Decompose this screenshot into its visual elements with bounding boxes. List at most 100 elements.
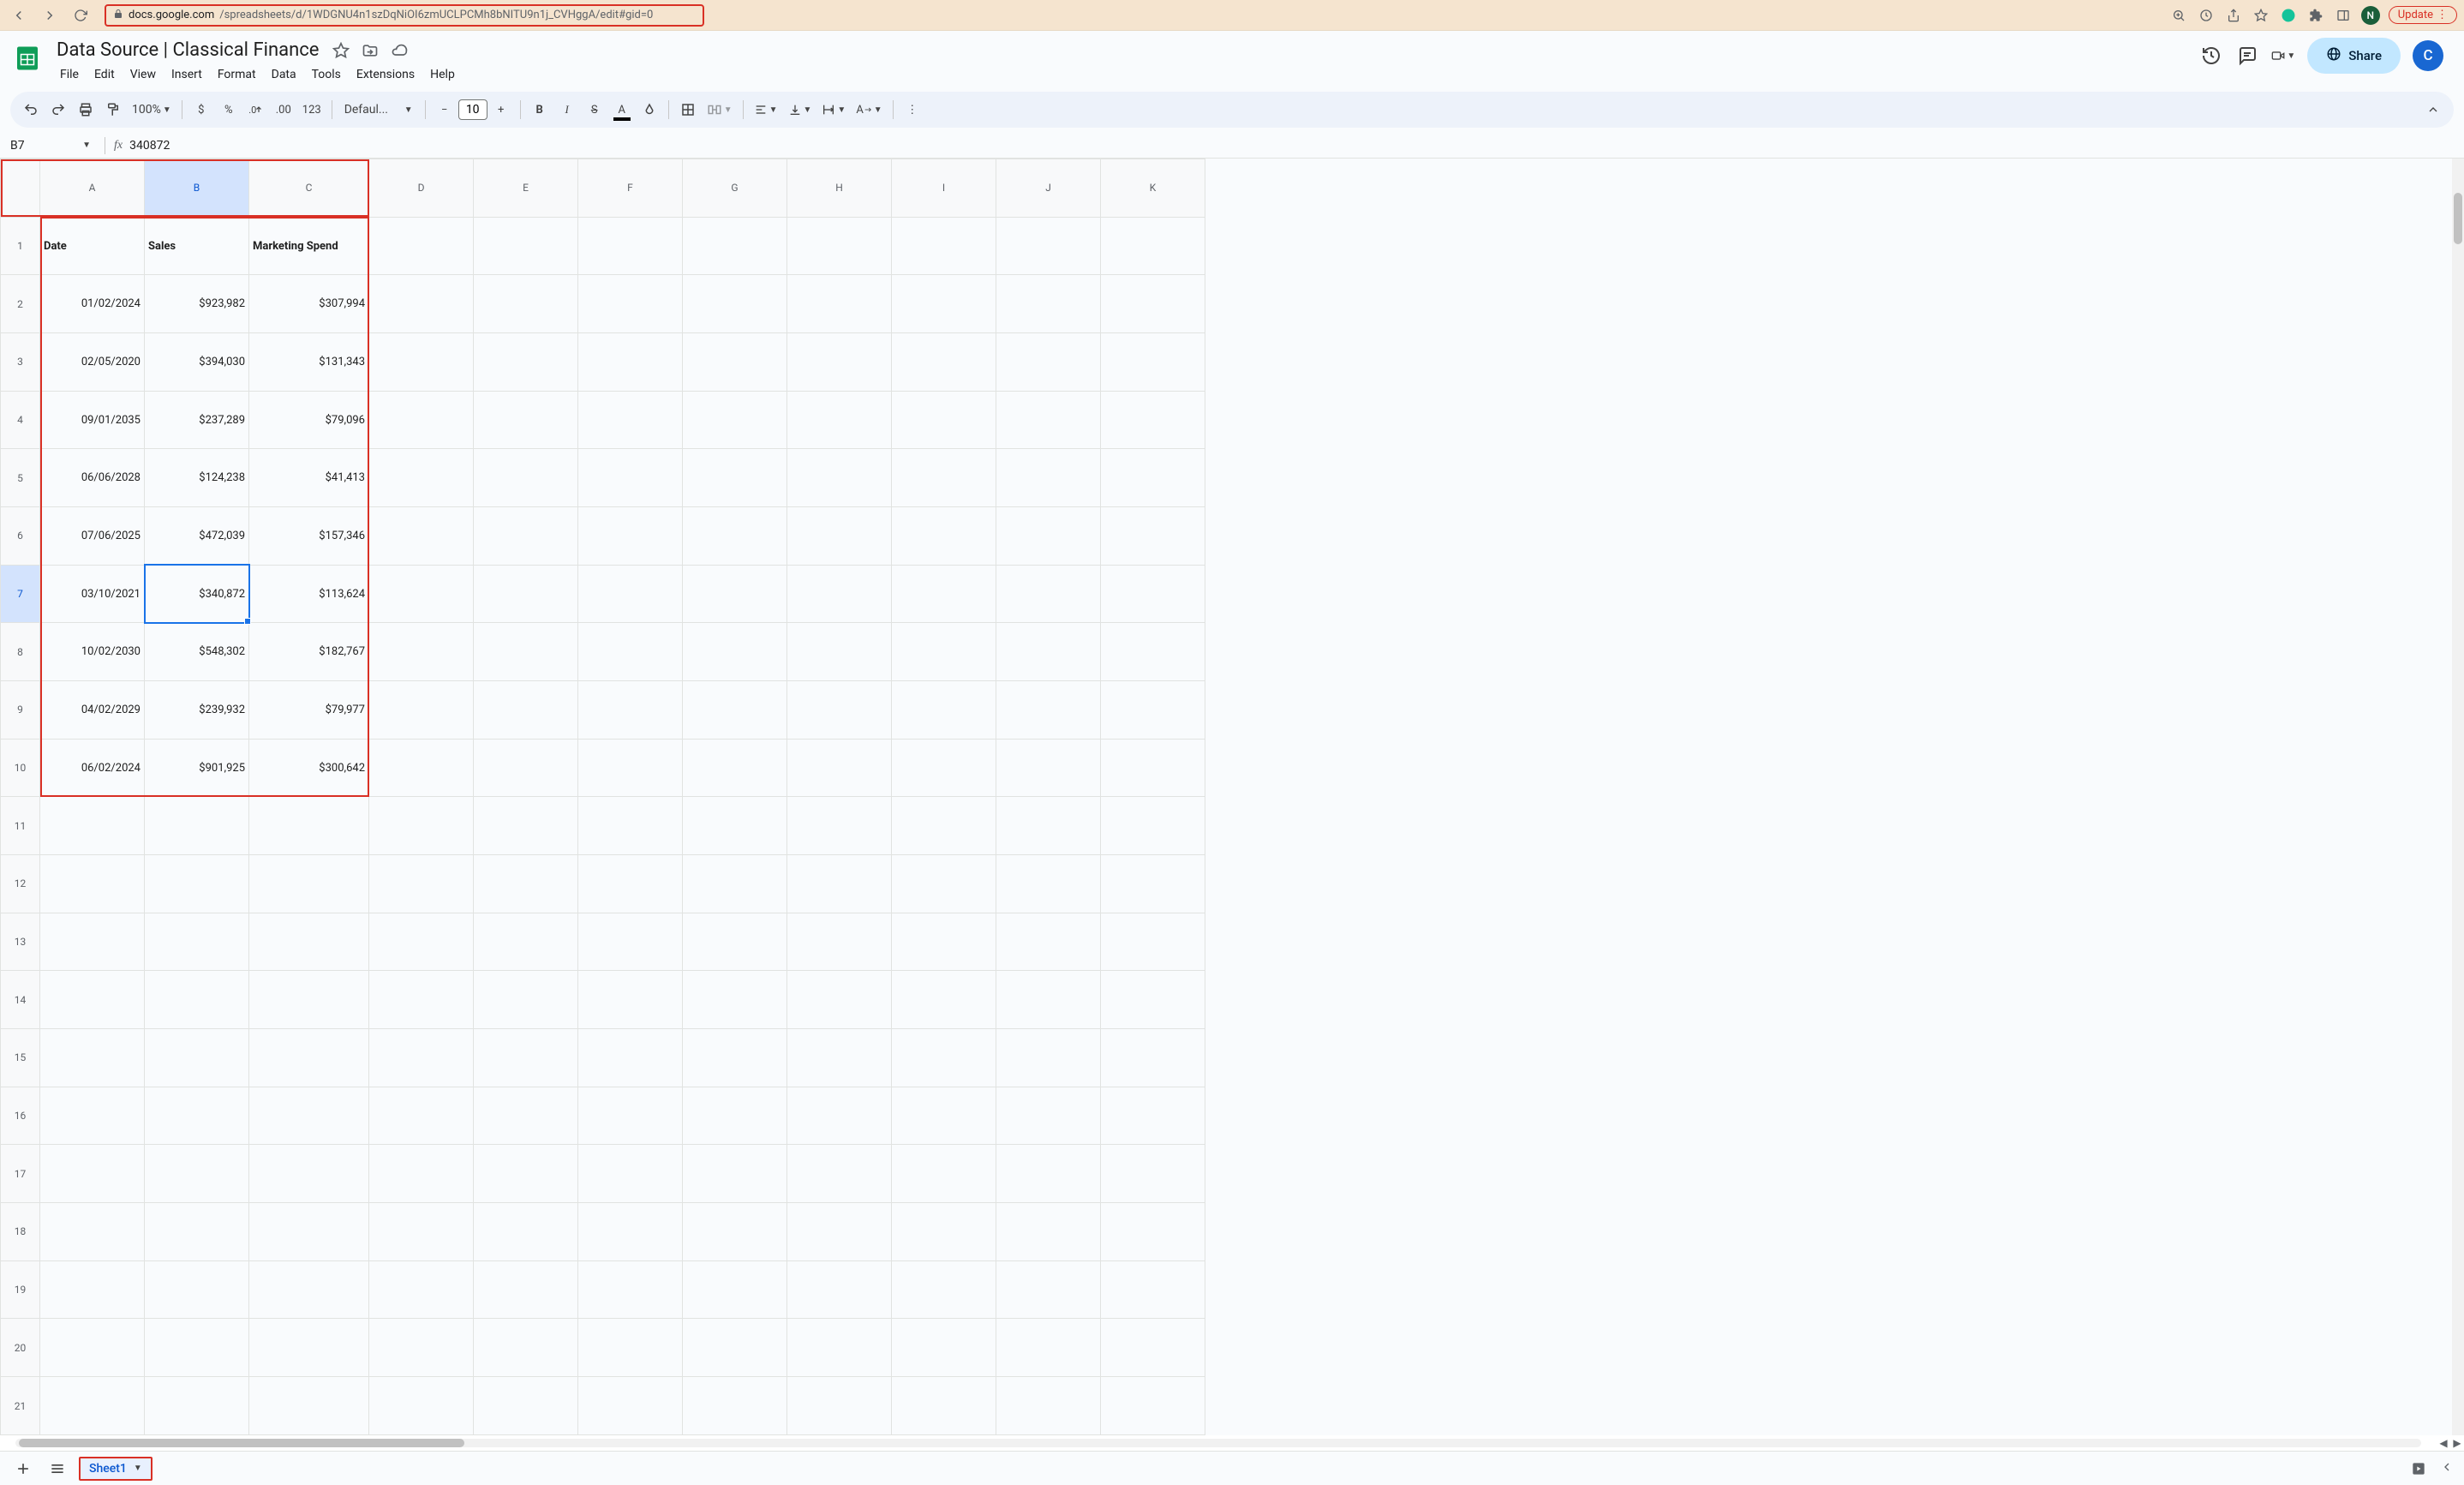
column-header-K[interactable]: K [1101, 159, 1205, 218]
cell[interactable] [787, 275, 892, 333]
chrome-profile-avatar[interactable]: N [2361, 6, 2380, 25]
cell[interactable] [369, 217, 474, 275]
cell[interactable] [578, 449, 683, 507]
cell[interactable] [787, 913, 892, 971]
cell[interactable] [474, 1087, 578, 1145]
cell[interactable]: $923,982 [145, 275, 249, 333]
menu-data[interactable]: Data [265, 64, 303, 85]
column-header-A[interactable]: A [40, 159, 145, 218]
row-header[interactable]: 12 [1, 855, 40, 913]
cell[interactable] [892, 449, 996, 507]
cell[interactable] [40, 1087, 145, 1145]
cell[interactable] [145, 1203, 249, 1261]
menu-format[interactable]: Format [211, 64, 263, 85]
cell[interactable] [145, 1029, 249, 1087]
spreadsheet-grid[interactable]: ABCDEFGHIJK1DateSalesMarketing Spend201/… [0, 159, 2464, 1435]
increase-font-size-button[interactable]: + [489, 97, 513, 123]
cell[interactable] [1101, 1377, 1205, 1435]
fill-color-button[interactable] [637, 97, 661, 123]
cell[interactable] [369, 391, 474, 449]
cell[interactable] [892, 565, 996, 623]
cell[interactable] [683, 507, 787, 566]
cell[interactable] [787, 217, 892, 275]
menu-extensions[interactable]: Extensions [350, 64, 422, 85]
move-folder-icon[interactable] [360, 40, 380, 61]
toolbar-overflow-button[interactable]: ⋮ [900, 97, 924, 123]
cell[interactable] [578, 797, 683, 855]
currency-format-button[interactable]: $ [189, 97, 213, 123]
cell[interactable]: $41,413 [249, 449, 369, 507]
cell[interactable] [787, 1377, 892, 1435]
cell[interactable] [474, 913, 578, 971]
cell[interactable]: $79,977 [249, 681, 369, 740]
row-header[interactable]: 6 [1, 507, 40, 566]
cell[interactable] [892, 507, 996, 566]
cell[interactable] [578, 739, 683, 797]
vertical-scrollbar[interactable] [2452, 159, 2464, 1435]
cell[interactable] [787, 1087, 892, 1145]
text-rotation-button[interactable]: A▼ [852, 97, 885, 123]
cell[interactable] [683, 333, 787, 392]
cell[interactable]: $124,238 [145, 449, 249, 507]
cell[interactable] [474, 449, 578, 507]
cell[interactable] [474, 1319, 578, 1377]
cell[interactable] [369, 681, 474, 740]
cell[interactable] [892, 971, 996, 1029]
cell[interactable] [369, 1145, 474, 1203]
cell[interactable]: $239,932 [145, 681, 249, 740]
cell[interactable] [249, 1145, 369, 1203]
text-wrap-button[interactable]: ▼ [818, 97, 849, 123]
more-formats-button[interactable]: 123 [299, 97, 325, 123]
cell[interactable] [1101, 1087, 1205, 1145]
cell[interactable] [474, 565, 578, 623]
cell[interactable] [892, 1319, 996, 1377]
column-header-H[interactable]: H [787, 159, 892, 218]
cell[interactable] [996, 623, 1101, 681]
history-icon[interactable] [2199, 44, 2223, 68]
cell[interactable] [683, 855, 787, 913]
cell[interactable] [683, 1087, 787, 1145]
cell[interactable] [683, 565, 787, 623]
cell[interactable] [369, 333, 474, 392]
cell[interactable] [1101, 333, 1205, 392]
column-header-I[interactable]: I [892, 159, 996, 218]
cell[interactable] [892, 623, 996, 681]
cell[interactable] [249, 971, 369, 1029]
star-icon[interactable] [331, 40, 351, 61]
row-header[interactable]: 17 [1, 1145, 40, 1203]
share-button[interactable]: Share [2307, 38, 2401, 74]
cell[interactable]: $548,302 [145, 623, 249, 681]
cell[interactable] [249, 1087, 369, 1145]
cell[interactable] [996, 739, 1101, 797]
cell[interactable] [249, 1029, 369, 1087]
address-bar[interactable]: docs.google.com/spreadsheets/d/1WDGNU4n1… [105, 4, 704, 27]
cell[interactable] [1101, 739, 1205, 797]
cell[interactable] [683, 739, 787, 797]
cell[interactable] [474, 1029, 578, 1087]
cell[interactable] [474, 275, 578, 333]
cell[interactable]: 04/02/2029 [40, 681, 145, 740]
cell[interactable] [787, 739, 892, 797]
cell[interactable] [787, 391, 892, 449]
cell[interactable] [892, 391, 996, 449]
cell[interactable] [1101, 681, 1205, 740]
print-button[interactable] [74, 97, 98, 123]
cell[interactable] [683, 623, 787, 681]
cell[interactable] [578, 1087, 683, 1145]
cell[interactable] [40, 1029, 145, 1087]
cell[interactable] [40, 1319, 145, 1377]
borders-button[interactable] [676, 97, 700, 123]
cell[interactable] [1101, 623, 1205, 681]
cell[interactable]: 02/05/2020 [40, 333, 145, 392]
back-button[interactable] [7, 3, 31, 27]
cell[interactable] [892, 855, 996, 913]
cell[interactable] [787, 565, 892, 623]
cell[interactable]: 09/01/2035 [40, 391, 145, 449]
sheet-tab[interactable]: Sheet1 ▼ [79, 1457, 153, 1481]
cell[interactable] [892, 333, 996, 392]
cell[interactable] [145, 1377, 249, 1435]
cell[interactable] [683, 217, 787, 275]
menu-edit[interactable]: Edit [87, 64, 122, 85]
cell[interactable] [578, 1319, 683, 1377]
cell[interactable]: $113,624 [249, 565, 369, 623]
